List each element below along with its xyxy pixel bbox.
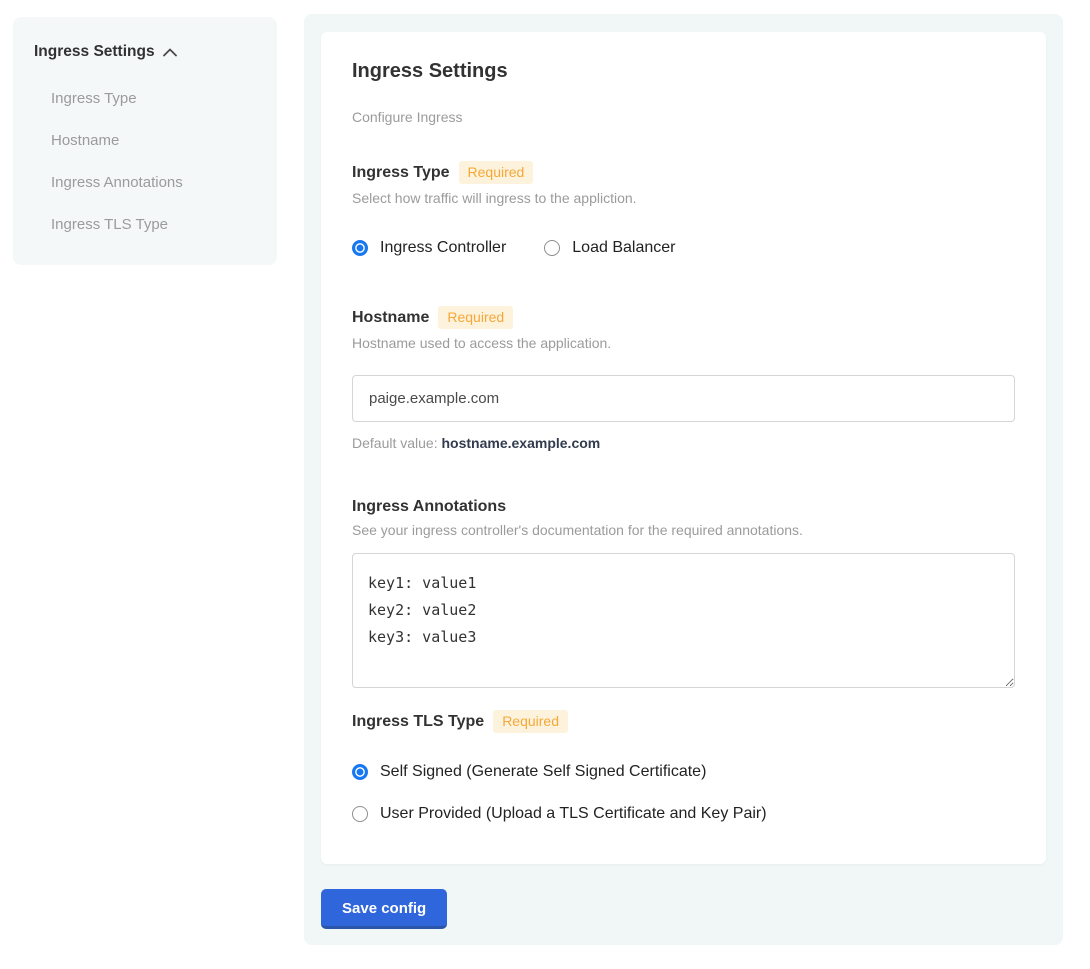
radio-label: Ingress Controller — [380, 239, 506, 257]
section-ingress-annotations: Ingress Annotations See your ingress con… — [352, 498, 1015, 688]
page-subtitle: Configure Ingress — [352, 109, 1015, 125]
config-main-panel: Ingress Settings Configure Ingress Ingre… — [304, 14, 1063, 945]
section-ingress-tls-type: Ingress TLS Type Required Self Signed (G… — [352, 710, 1015, 823]
radio-label: User Provided (Upload a TLS Certificate … — [380, 805, 767, 823]
default-value-label: Default value: — [352, 435, 438, 451]
sidebar-item-ingress-annotations[interactable]: Ingress Annotations — [34, 162, 257, 204]
radio-unselected-icon[interactable] — [544, 240, 560, 256]
hostname-label: Hostname — [352, 309, 429, 327]
sidebar-group-label: Ingress Settings — [34, 43, 155, 61]
ingress-tls-radio-group: Self Signed (Generate Self Signed Certif… — [352, 763, 1015, 823]
sidebar-item-list: Ingress Type Hostname Ingress Annotation… — [34, 78, 257, 246]
radio-self-signed[interactable]: Self Signed (Generate Self Signed Certif… — [352, 763, 1015, 781]
hostname-default-value: Default value: hostname.example.com — [352, 435, 1015, 451]
default-value-text: hostname.example.com — [442, 435, 601, 451]
save-config-button[interactable]: Save config — [321, 889, 447, 929]
required-badge: Required — [438, 306, 513, 329]
radio-user-provided[interactable]: User Provided (Upload a TLS Certificate … — [352, 805, 1015, 823]
ingress-settings-card: Ingress Settings Configure Ingress Ingre… — [321, 32, 1046, 864]
hostname-input[interactable] — [352, 375, 1015, 422]
page-title: Ingress Settings — [352, 60, 1015, 83]
ingress-tls-type-label: Ingress TLS Type — [352, 713, 484, 731]
ingress-annotations-help: See your ingress controller's documentat… — [352, 522, 1015, 538]
radio-selected-icon[interactable] — [352, 240, 368, 256]
ingress-type-help: Select how traffic will ingress to the a… — [352, 190, 1015, 206]
radio-selected-icon[interactable] — [352, 764, 368, 780]
required-badge: Required — [459, 161, 534, 184]
ingress-annotations-textarea[interactable]: key1: value1 key2: value2 key3: value3 — [352, 553, 1015, 688]
sidebar-group-ingress-settings[interactable]: Ingress Settings — [34, 43, 257, 61]
radio-unselected-icon[interactable] — [352, 806, 368, 822]
sidebar-item-ingress-tls-type[interactable]: Ingress TLS Type — [34, 204, 257, 246]
radio-load-balancer[interactable]: Load Balancer — [544, 239, 675, 257]
ingress-type-radio-group: Ingress Controller Load Balancer — [352, 239, 1015, 257]
section-ingress-type: Ingress Type Required Select how traffic… — [352, 161, 1015, 257]
section-hostname: Hostname Required Hostname used to acces… — [352, 306, 1015, 451]
ingress-annotations-label: Ingress Annotations — [352, 498, 506, 516]
chevron-up-icon — [163, 48, 177, 57]
ingress-type-label: Ingress Type — [352, 164, 450, 182]
radio-ingress-controller[interactable]: Ingress Controller — [352, 239, 506, 257]
config-sidebar: Ingress Settings Ingress Type Hostname I… — [13, 17, 277, 265]
required-badge: Required — [493, 710, 568, 733]
sidebar-item-hostname[interactable]: Hostname — [34, 120, 257, 162]
hostname-help: Hostname used to access the application. — [352, 335, 1015, 351]
radio-label: Load Balancer — [572, 239, 675, 257]
sidebar-item-ingress-type[interactable]: Ingress Type — [34, 78, 257, 120]
radio-label: Self Signed (Generate Self Signed Certif… — [380, 763, 706, 781]
